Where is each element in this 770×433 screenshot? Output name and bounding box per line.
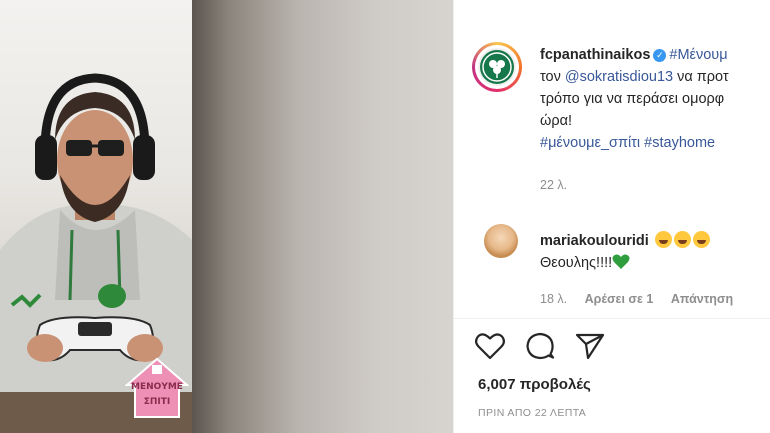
caption-text: τον: [540, 69, 565, 85]
verified-badge-icon: ✓: [653, 49, 667, 62]
caption-hashtag[interactable]: #Μένουμ: [669, 47, 727, 63]
share-button[interactable]: [574, 330, 608, 364]
post-caption: fcpanathinaikos ✓ #Μένουμ τον @sokratisdio…: [540, 44, 770, 154]
comment-icon: [526, 332, 555, 360]
like-button[interactable]: [474, 330, 508, 364]
joy-emoji-icon: [692, 231, 710, 248]
panathinaikos-logo: [478, 48, 516, 86]
clover-icon: [482, 52, 512, 82]
commenter-username[interactable]: mariakoulouridi: [540, 233, 649, 249]
post-details-panel: fcpanathinaikos ✓ #Μένουμ τον @sokratisdio…: [453, 0, 770, 433]
comment-likes[interactable]: Αρέσει σε 1: [585, 292, 654, 306]
joy-emoji-icon: [673, 231, 691, 248]
joy-emoji-icon: [654, 231, 672, 248]
comment-time: 18 λ.: [540, 292, 568, 306]
caption-text: τρόπο για να περάσει ομορφ: [540, 91, 725, 107]
comment-text: Θεουλης!!!!: [540, 255, 613, 271]
video-player[interactable]: ΜΕΝΟΥΜΕ ΣΠΙΤΙ: [0, 0, 453, 433]
comment: mariakoulouridi Θεουλης!!!!: [540, 230, 710, 274]
heart-icon: [475, 333, 505, 360]
reply-button[interactable]: Απάντηση: [671, 292, 733, 306]
sticker-line-1: ΜΕΝΟΥΜΕ: [131, 382, 183, 392]
post-time: 22 λ.: [540, 178, 568, 192]
post-timestamp: ΠΡΙΝ ΑΠΟ 22 ΛΕΠΤΑ: [478, 407, 587, 419]
caption-mention[interactable]: @sokratisdiou13: [565, 69, 673, 85]
caption-hashtags[interactable]: #μένουμε_σπίτι #stayhome: [540, 132, 770, 154]
video-frame-left: ΜΕΝΟΥΜΕ ΣΠΙΤΙ: [0, 0, 192, 433]
comment-meta: 18 λ. Αρέσει σε 1 Απάντηση: [540, 292, 747, 306]
caption-text: να προτ: [673, 69, 729, 85]
video-frame-right: [192, 0, 453, 433]
send-icon: [575, 333, 605, 360]
comment-button[interactable]: [524, 330, 558, 364]
commenter-avatar[interactable]: [484, 224, 518, 258]
stay-home-sticker: ΜΕΝΟΥΜΕ ΣΠΙΤΙ: [125, 355, 189, 421]
caption-text: ώρα!: [540, 113, 572, 129]
divider: [454, 318, 770, 319]
poster-username[interactable]: fcpanathinaikos: [540, 47, 650, 63]
green-heart-icon: [612, 254, 630, 269]
sticker-line-2: ΣΠΙΤΙ: [143, 397, 171, 407]
view-count[interactable]: 6,007 προβολές: [478, 376, 591, 393]
poster-avatar[interactable]: [472, 42, 522, 92]
